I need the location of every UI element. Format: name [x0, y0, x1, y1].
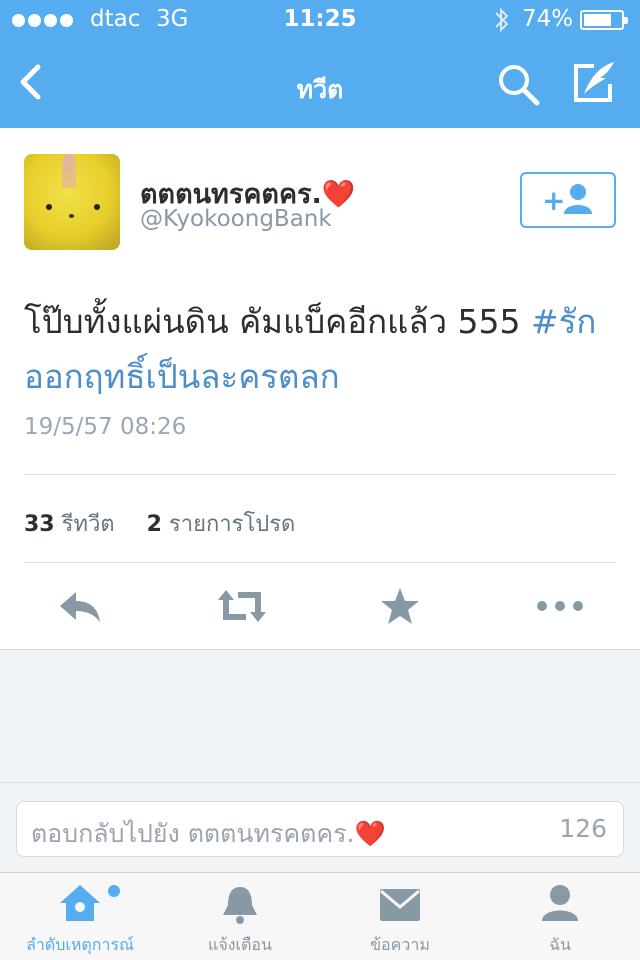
reply-input[interactable]: ตอบกลับไปยัง ตตตนทรคตคร.❤️ 126: [16, 801, 624, 857]
divider: [24, 474, 616, 475]
tweet-stats: 33 รีทวีต 2 รายการโปรด: [24, 506, 295, 541]
tab-notifications[interactable]: แจ้งเตือน: [160, 873, 320, 960]
retweet-count[interactable]: 33: [24, 512, 55, 537]
home-icon: [60, 885, 100, 921]
star-icon[interactable]: [378, 586, 422, 626]
search-icon[interactable]: [496, 62, 540, 106]
tab-messages[interactable]: ข้อความ: [320, 873, 480, 960]
tweet-text: โป๊บทั้งแผ่นดิน คัมแบ็คอีกแล้ว 555 #รักอ…: [24, 294, 620, 404]
battery-percent: 74%: [522, 6, 574, 32]
tab-label: ฉัน: [549, 935, 571, 954]
status-bar: dtac 3G 11:25 74%: [0, 0, 640, 796]
tweet-timestamp: 19/5/57 08:26: [24, 414, 187, 440]
empty-area: [0, 650, 640, 782]
bluetooth-icon: [495, 7, 509, 33]
retweet-icon[interactable]: [214, 586, 270, 626]
divider: [24, 562, 616, 563]
tweet-card: ตตตนทรคตคร.❤️ @KyokoongBank + โป๊บทั้งแผ…: [0, 128, 640, 650]
profile-icon: [542, 885, 578, 921]
heart-emoji: ❤️: [354, 819, 386, 848]
battery-icon: [580, 10, 628, 30]
reply-icon[interactable]: [56, 586, 104, 626]
bell-icon: [223, 887, 257, 924]
tab-me[interactable]: ฉัน: [480, 873, 640, 960]
tab-timeline[interactable]: ลำดับเหตุการณ์: [0, 873, 160, 960]
compose-icon[interactable]: [570, 60, 618, 106]
tab-bar: ลำดับเหตุการณ์ แจ้งเตือน ข้อความ ฉัน: [0, 872, 640, 960]
add-user-icon: +: [542, 184, 592, 217]
page-title: ทวีต: [296, 75, 344, 104]
retweet-label[interactable]: รีทวีต: [62, 512, 115, 537]
svg-text:+: +: [542, 184, 565, 217]
reply-bar: ตอบกลับไปยัง ตตตนทรคตคร.❤️ 126: [0, 782, 640, 872]
author-handle[interactable]: @KyokoongBank: [140, 206, 332, 232]
tweet-body: โป๊บทั้งแผ่นดิน คัมแบ็คอีกแล้ว 555: [24, 302, 532, 341]
tab-label: ข้อความ: [370, 935, 430, 954]
reply-placeholder: ตอบกลับไปยัง ตตตนทรคตคร.❤️: [31, 819, 386, 848]
follow-button[interactable]: +: [520, 172, 616, 228]
more-icon[interactable]: [534, 586, 586, 626]
favorite-count[interactable]: 2: [147, 512, 162, 537]
avatar[interactable]: [24, 154, 120, 250]
char-counter: 126: [559, 814, 607, 843]
notification-dot: [108, 885, 120, 897]
top-header: dtac 3G 11:25 74% ทวีต: [0, 0, 640, 796]
mail-icon: [380, 889, 420, 921]
tab-label: แจ้งเตือน: [208, 935, 272, 954]
tab-label: ลำดับเหตุการณ์: [26, 935, 134, 954]
favorite-label[interactable]: รายการโปรด: [169, 512, 295, 537]
